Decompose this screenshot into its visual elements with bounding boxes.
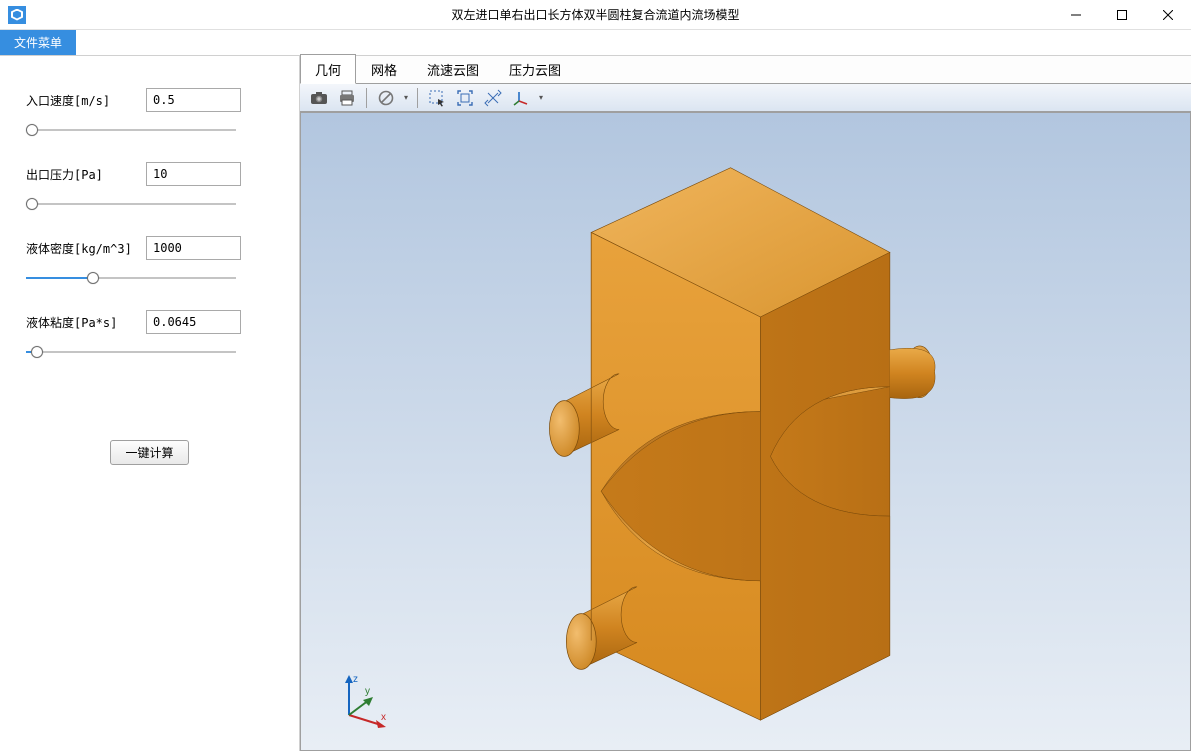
outlet-pressure-label: 出口压力[Pa] <box>26 166 136 183</box>
inlet-velocity-input[interactable] <box>146 88 241 112</box>
param-viscosity: 液体粘度[Pa*s] <box>26 310 273 360</box>
tab-pressure-contour[interactable]: 压力云图 <box>494 54 576 83</box>
maximize-button[interactable] <box>1099 0 1145 30</box>
density-slider[interactable] <box>26 270 236 286</box>
compute-button[interactable]: 一键计算 <box>110 440 188 465</box>
select-box-icon[interactable] <box>424 87 450 109</box>
no-entry-icon[interactable] <box>373 87 399 109</box>
viewer-toolbar: ▾ ▾ <box>300 84 1191 112</box>
geometry-model <box>301 113 1190 750</box>
coordinate-triad: z x y <box>331 670 391 730</box>
close-button[interactable] <box>1145 0 1191 30</box>
viscosity-input[interactable] <box>146 310 241 334</box>
y-axis-label: y <box>365 686 370 697</box>
param-outlet-pressure: 出口压力[Pa] <box>26 162 273 212</box>
tab-geometry[interactable]: 几何 <box>300 54 356 84</box>
outlet-pressure-input[interactable] <box>146 162 241 186</box>
inlet-velocity-label: 入口速度[m/s] <box>26 92 136 109</box>
title-bar: 双左进口单右出口长方体双半圆柱复合流道内流场模型 <box>0 0 1191 30</box>
parameter-panel: 入口速度[m/s] 出口压力[Pa] 液体密度[kg/m^3] <box>0 56 300 751</box>
menu-bar: 文件菜单 <box>0 30 1191 56</box>
tab-bar: 几何 网格 流速云图 压力云图 <box>300 56 1191 84</box>
z-axis-label: z <box>353 674 358 685</box>
param-density: 液体密度[kg/m^3] <box>26 236 273 286</box>
x-axis-label: x <box>381 712 386 723</box>
param-inlet-velocity: 入口速度[m/s] <box>26 88 273 138</box>
outlet-pressure-slider[interactable] <box>26 196 236 212</box>
camera-icon[interactable] <box>306 87 332 109</box>
axis-triad-icon[interactable] <box>508 87 534 109</box>
axis-triad-dropdown[interactable]: ▾ <box>536 93 546 102</box>
density-input[interactable] <box>146 236 241 260</box>
zoom-extents-icon[interactable] <box>452 87 478 109</box>
rotate-icon[interactable] <box>480 87 506 109</box>
3d-viewport[interactable]: z x y <box>300 112 1191 751</box>
tab-velocity-contour[interactable]: 流速云图 <box>412 54 494 83</box>
main-area: 入口速度[m/s] 出口压力[Pa] 液体密度[kg/m^3] <box>0 56 1191 751</box>
minimize-button[interactable] <box>1053 0 1099 30</box>
viscosity-slider[interactable] <box>26 344 236 360</box>
print-icon[interactable] <box>334 87 360 109</box>
tab-mesh[interactable]: 网格 <box>356 54 412 83</box>
inlet-velocity-slider[interactable] <box>26 122 236 138</box>
no-entry-dropdown[interactable]: ▾ <box>401 93 411 102</box>
app-icon <box>8 6 26 24</box>
file-menu[interactable]: 文件菜单 <box>0 30 76 55</box>
viscosity-label: 液体粘度[Pa*s] <box>26 314 136 331</box>
density-label: 液体密度[kg/m^3] <box>26 240 136 257</box>
window-title: 双左进口单右出口长方体双半圆柱复合流道内流场模型 <box>0 6 1191 23</box>
view-panel: 几何 网格 流速云图 压力云图 ▾ <box>300 56 1191 751</box>
window-controls <box>1053 0 1191 30</box>
